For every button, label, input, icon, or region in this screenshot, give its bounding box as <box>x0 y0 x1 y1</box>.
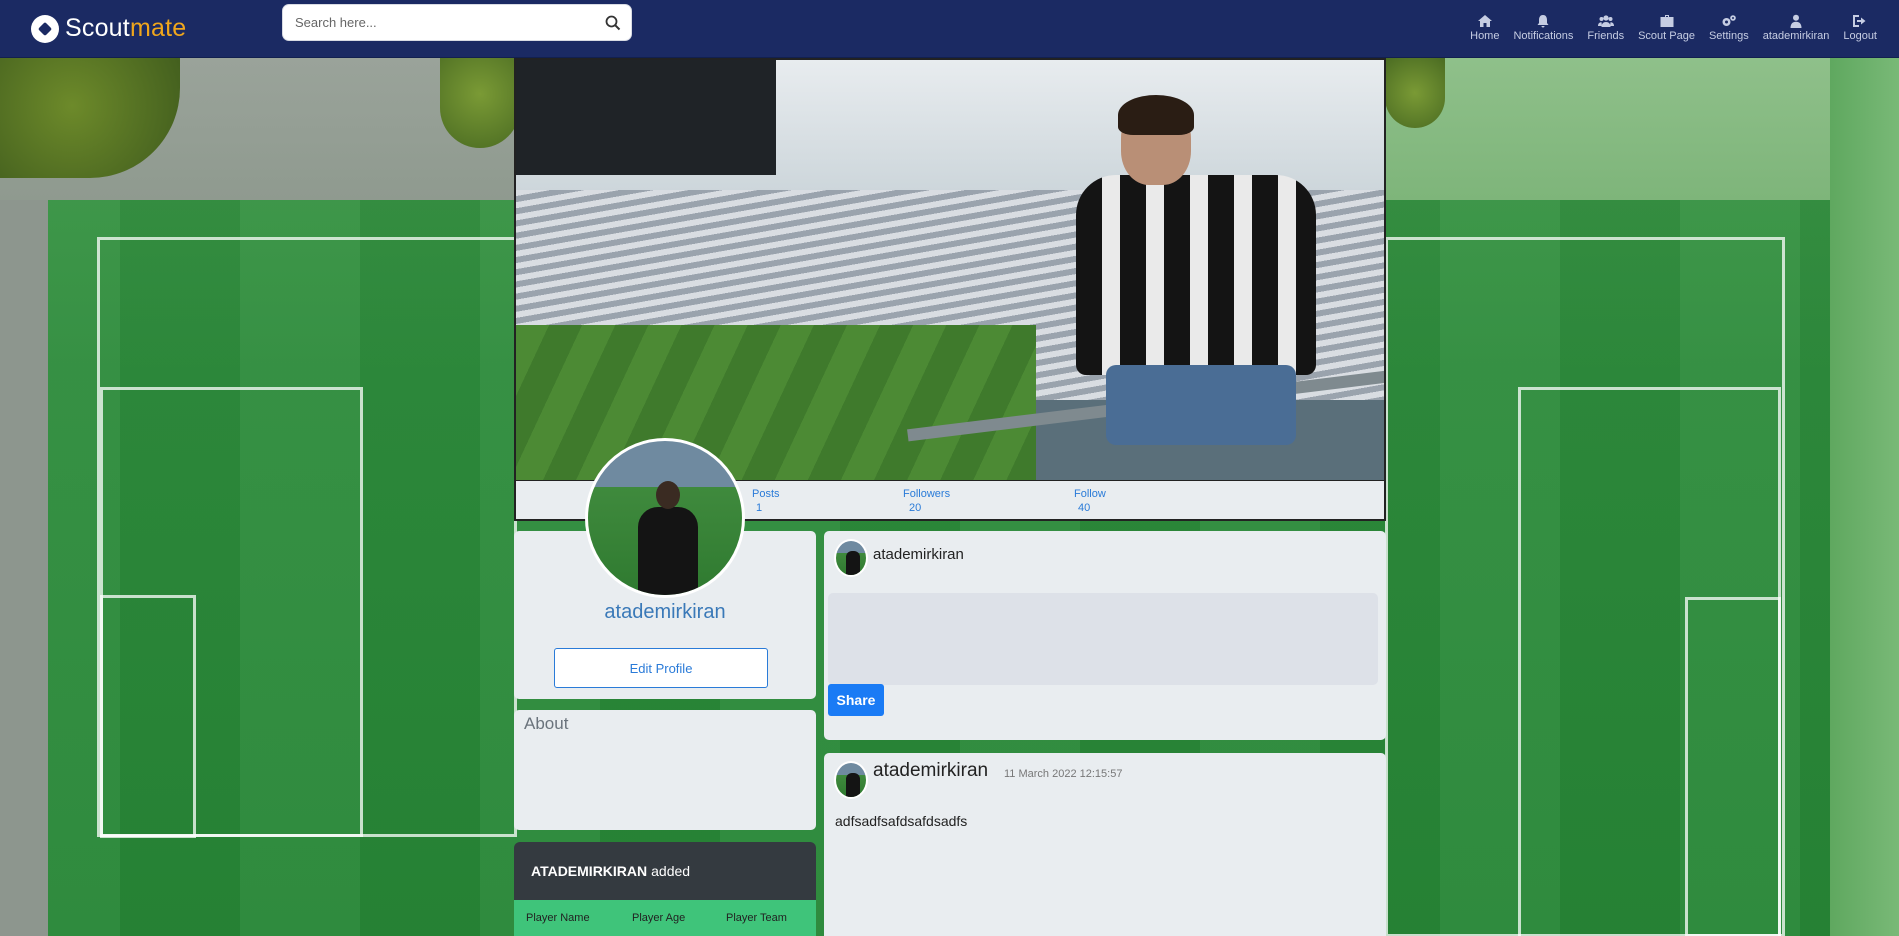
gears-icon <box>1722 15 1736 26</box>
stat-posts-label: Posts <box>752 488 780 500</box>
post-username[interactable]: atademirkiran <box>873 760 988 782</box>
column-player-team: Player Team <box>726 912 787 924</box>
profile-username: atademirkiran <box>604 601 726 623</box>
added-verb: added <box>651 863 691 879</box>
added-user: ATADEMIRKIRAN <box>531 863 648 879</box>
users-icon <box>1597 15 1614 27</box>
search-box <box>282 4 632 41</box>
stat-posts[interactable]: Posts 1 <box>752 487 780 515</box>
search-input[interactable] <box>295 5 595 40</box>
nav-links: Home Notifications Friends Scout Page Se… <box>1463 14 1899 42</box>
top-navbar: Scoutmate Home Notifications Friends Sco… <box>0 0 1899 58</box>
brand-logo[interactable]: Scoutmate <box>31 14 186 43</box>
nav-home[interactable]: Home <box>1463 14 1506 42</box>
post-textarea[interactable] <box>828 593 1378 685</box>
share-button[interactable]: Share <box>828 684 884 716</box>
bell-icon <box>1537 15 1549 28</box>
stat-followers-value: 20 <box>909 502 922 514</box>
nav-friends[interactable]: Friends <box>1580 14 1631 42</box>
search-icon[interactable] <box>605 15 621 31</box>
home-icon <box>1477 15 1492 27</box>
composer-username: atademirkiran <box>873 546 964 563</box>
post-timestamp: 11 March 2022 12:15:57 <box>1004 768 1123 780</box>
brand-name: Scoutmate <box>65 14 187 42</box>
user-icon <box>1790 14 1802 28</box>
post-avatar[interactable] <box>834 761 868 799</box>
stat-posts-value: 1 <box>756 502 763 514</box>
profile-avatar[interactable] <box>585 438 745 598</box>
nav-scout-page[interactable]: Scout Page <box>1631 14 1702 42</box>
post-composer: atademirkiran Share <box>824 531 1386 740</box>
briefcase-icon <box>1660 15 1674 27</box>
edit-profile-button[interactable]: Edit Profile <box>554 648 768 688</box>
nav-settings[interactable]: Settings <box>1702 14 1756 42</box>
post-text: adfsadfsafdsafdsadfs <box>835 813 968 829</box>
about-card: About <box>514 710 816 830</box>
soccer-ball-icon <box>31 14 59 43</box>
stat-follow-value: 40 <box>1078 502 1091 514</box>
cover-photo <box>514 58 1386 482</box>
post-card: atademirkiran 11 March 2022 12:15:57 adf… <box>824 753 1386 936</box>
nav-user-profile[interactable]: atademirkiran <box>1756 14 1837 42</box>
nav-notifications[interactable]: Notifications <box>1506 14 1580 42</box>
stat-followers-label: Followers <box>903 488 951 500</box>
stat-followers[interactable]: Followers 20 <box>903 487 950 515</box>
stat-follow-label: Follow <box>1074 488 1106 500</box>
about-title: About <box>524 714 569 733</box>
stat-follow[interactable]: Follow 40 <box>1074 487 1106 515</box>
added-players-card: ATADEMIRKIRAN added Player Name Player A… <box>514 842 816 936</box>
column-player-name: Player Name <box>526 912 590 924</box>
column-player-age: Player Age <box>632 912 686 924</box>
logout-icon <box>1853 15 1866 27</box>
added-table-header: Player Name Player Age Player Team <box>514 900 816 936</box>
composer-avatar <box>834 539 868 577</box>
added-header: ATADEMIRKIRAN added <box>514 842 816 900</box>
nav-logout[interactable]: Logout <box>1836 14 1899 42</box>
